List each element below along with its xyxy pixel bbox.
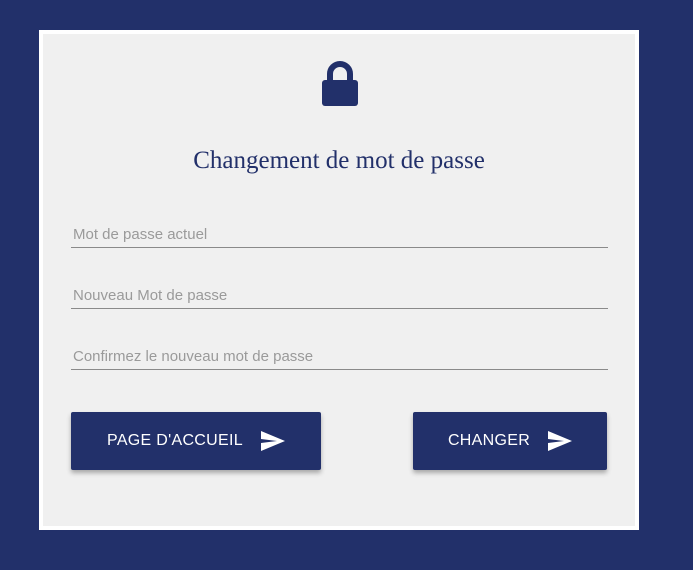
confirm-password-input[interactable] [71,343,608,369]
home-page-button-label: PAGE D'ACCUEIL [107,432,243,449]
change-button[interactable]: CHANGER [413,412,607,470]
home-page-button[interactable]: PAGE D'ACCUEIL [71,412,321,470]
lock-icon [320,60,360,108]
new-password-field[interactable] [71,282,608,309]
change-button-label: CHANGER [447,432,531,449]
password-change-card: Changement de mot de passe PAGE D'ACCUEI… [39,30,639,530]
send-icon [548,431,573,451]
current-password-field[interactable] [71,221,608,248]
send-icon [260,431,285,451]
current-password-input[interactable] [71,221,608,247]
confirm-password-field[interactable] [71,343,608,370]
page-title: Changement de mot de passe [193,147,485,174]
new-password-input[interactable] [71,282,608,308]
